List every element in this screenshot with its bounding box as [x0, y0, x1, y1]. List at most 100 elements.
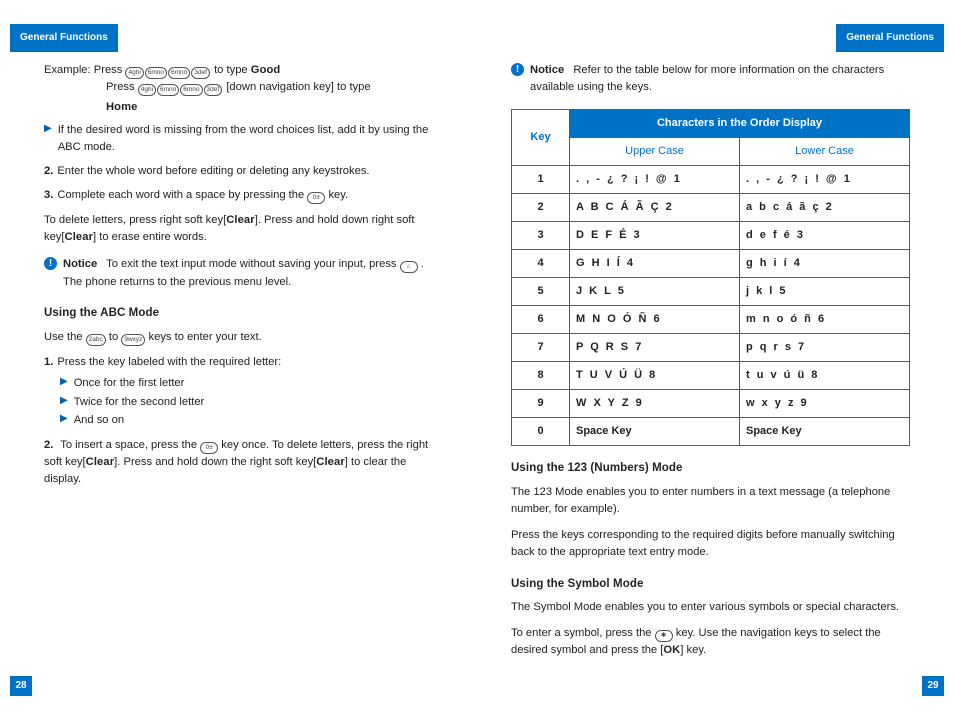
- table-row: 6M N O Ó Ñ 6m n o ó ñ 6: [512, 306, 910, 334]
- key-icon: 6mno: [145, 67, 167, 79]
- step-2: 2.Enter the whole word before editing or…: [44, 163, 443, 180]
- cell-lower: j k l 5: [740, 278, 910, 306]
- notice-exit-input: ! Notice To exit the text input mode wit…: [44, 256, 443, 291]
- table-row: 3D E F É 3d e f é 3: [512, 221, 910, 249]
- key-icon: ✱: [655, 630, 673, 642]
- key-icon: 3def: [204, 84, 223, 96]
- num-p1: The 123 Mode enables you to enter number…: [511, 484, 910, 519]
- editing-steps: 2.Enter the whole word before editing or…: [44, 163, 443, 205]
- abc-step-1: 1.Press the key labeled with the require…: [44, 354, 443, 429]
- example-line-1: Example: Press 4ghi6mno6mno3def to type …: [44, 62, 443, 79]
- key-sequence-2: 4ghi6mno6mno3def: [138, 81, 223, 93]
- cell-key: 4: [512, 249, 570, 277]
- cell-lower: m n o ó ñ 6: [740, 306, 910, 334]
- abc-steps: 1.Press the key labeled with the require…: [44, 354, 443, 489]
- cell-lower: p q r s 7: [740, 334, 910, 362]
- key-sequence-1: 4ghi6mno6mno3def: [125, 64, 210, 76]
- right-content: ! Notice Refer to the table below for mo…: [511, 62, 910, 659]
- notice-icon: !: [511, 63, 524, 76]
- cell-lower: Space Key: [740, 418, 910, 446]
- num-p2: Press the keys corresponding to the requ…: [511, 527, 910, 562]
- key-icon: ⌂: [400, 261, 418, 273]
- triangle-bullet-icon: ▶: [44, 123, 52, 157]
- triangle-bullet-icon: ▶: [60, 395, 68, 411]
- right-page: General Functions 29 ! Notice Refer to t…: [477, 0, 954, 716]
- heading-123-mode: Using the 123 (Numbers) Mode: [511, 460, 910, 478]
- left-content: Example: Press 4ghi6mno6mno3def to type …: [44, 62, 443, 489]
- cell-key: 2: [512, 193, 570, 221]
- abc-sublist: ▶Once for the first letter ▶Twice for the…: [60, 375, 443, 429]
- character-table: Key Characters in the Order Display Uppe…: [511, 109, 910, 447]
- table-row: 2A B C Á Ã Ç 2a b c á ã ç 2: [512, 193, 910, 221]
- step-3: 3.Complete each word with a space by pre…: [44, 187, 443, 204]
- cell-lower: t u v ú ü 8: [740, 362, 910, 390]
- section-tab-left: General Functions: [10, 24, 118, 52]
- cell-key: 8: [512, 362, 570, 390]
- key-icon: 0±: [307, 192, 325, 204]
- key-icon: 9wxyz: [121, 334, 145, 346]
- table-row: 1. , - ¿ ? ¡ ! @ 1. , - ¿ ? ¡ ! @ 1: [512, 165, 910, 193]
- bullet-missing-word: ▶ If the desired word is missing from th…: [44, 122, 443, 157]
- table-row: 4G H I Í 4g h i í 4: [512, 249, 910, 277]
- table-row: 0Space KeySpace Key: [512, 418, 910, 446]
- key-icon: 4ghi: [125, 67, 143, 79]
- key-icon: 6mno: [157, 84, 179, 96]
- heading-abc-mode: Using the ABC Mode: [44, 305, 443, 323]
- cell-upper: W X Y Z 9: [570, 390, 740, 418]
- notice-label: Notice: [530, 64, 564, 76]
- sym-p2: To enter a symbol, press the ✱ key. Use …: [511, 625, 910, 660]
- delete-instructions: To delete letters, press right soft key[…: [44, 212, 443, 247]
- triangle-bullet-icon: ▶: [60, 376, 68, 392]
- list-item: ▶And so on: [60, 412, 443, 429]
- cell-key: 7: [512, 334, 570, 362]
- cell-upper: Space Key: [570, 418, 740, 446]
- page-number-left: 28: [10, 676, 32, 696]
- notice-label: Notice: [63, 258, 97, 270]
- th-lower: Lower Case: [740, 137, 910, 165]
- cell-key: 5: [512, 278, 570, 306]
- key-icon: 4ghi: [138, 84, 156, 96]
- left-page: General Functions 28 Example: Press 4ghi…: [0, 0, 477, 716]
- cell-upper: P Q R S 7: [570, 334, 740, 362]
- manual-spread: General Functions 28 Example: Press 4ghi…: [0, 0, 954, 716]
- key-icon: 6mno: [180, 84, 202, 96]
- cell-upper: D E F É 3: [570, 221, 740, 249]
- abc-intro: Use the 2abc to 9wxyz keys to enter your…: [44, 329, 443, 346]
- section-tab-right: General Functions: [836, 24, 944, 52]
- table-row: 7P Q R S 7p q r s 7: [512, 334, 910, 362]
- cell-upper: . , - ¿ ? ¡ ! @ 1: [570, 165, 740, 193]
- cell-upper: A B C Á Ã Ç 2: [570, 193, 740, 221]
- heading-symbol-mode: Using the Symbol Mode: [511, 576, 910, 594]
- key-icon: 6mno: [168, 67, 190, 79]
- cell-upper: J K L 5: [570, 278, 740, 306]
- table-body: 1. , - ¿ ? ¡ ! @ 1. , - ¿ ? ¡ ! @ 12A B …: [512, 165, 910, 445]
- sym-p1: The Symbol Mode enables you to enter var…: [511, 599, 910, 616]
- table-row: 5J K L 5j k l 5: [512, 278, 910, 306]
- example-word-2: Home: [106, 99, 443, 116]
- example-line-2: Press 4ghi6mno6mno3def [down navigation …: [106, 79, 443, 96]
- list-item: ▶Twice for the second letter: [60, 394, 443, 411]
- cell-lower: . , - ¿ ? ¡ ! @ 1: [740, 165, 910, 193]
- notice-table: ! Notice Refer to the table below for mo…: [511, 62, 910, 97]
- page-number-right: 29: [922, 676, 944, 696]
- key-icon: 3def: [191, 67, 210, 79]
- table-row: 8T U V Ú Ü 8t u v ú ü 8: [512, 362, 910, 390]
- cell-lower: w x y z 9: [740, 390, 910, 418]
- triangle-bullet-icon: ▶: [60, 413, 68, 429]
- notice-icon: !: [44, 257, 57, 270]
- cell-key: 9: [512, 390, 570, 418]
- abc-step-2: 2. To insert a space, press the 0± key o…: [44, 437, 443, 489]
- cell-upper: G H I Í 4: [570, 249, 740, 277]
- cell-lower: g h i í 4: [740, 249, 910, 277]
- th-title: Characters in the Order Display: [570, 109, 910, 137]
- cell-lower: d e f é 3: [740, 221, 910, 249]
- key-icon: 2abc: [86, 334, 106, 346]
- key-icon: 0±: [200, 442, 218, 454]
- cell-key: 6: [512, 306, 570, 334]
- table-row: 9W X Y Z 9w x y z 9: [512, 390, 910, 418]
- list-item: ▶Once for the first letter: [60, 375, 443, 392]
- cell-upper: T U V Ú Ü 8: [570, 362, 740, 390]
- th-upper: Upper Case: [570, 137, 740, 165]
- th-key: Key: [512, 109, 570, 165]
- cell-key: 1: [512, 165, 570, 193]
